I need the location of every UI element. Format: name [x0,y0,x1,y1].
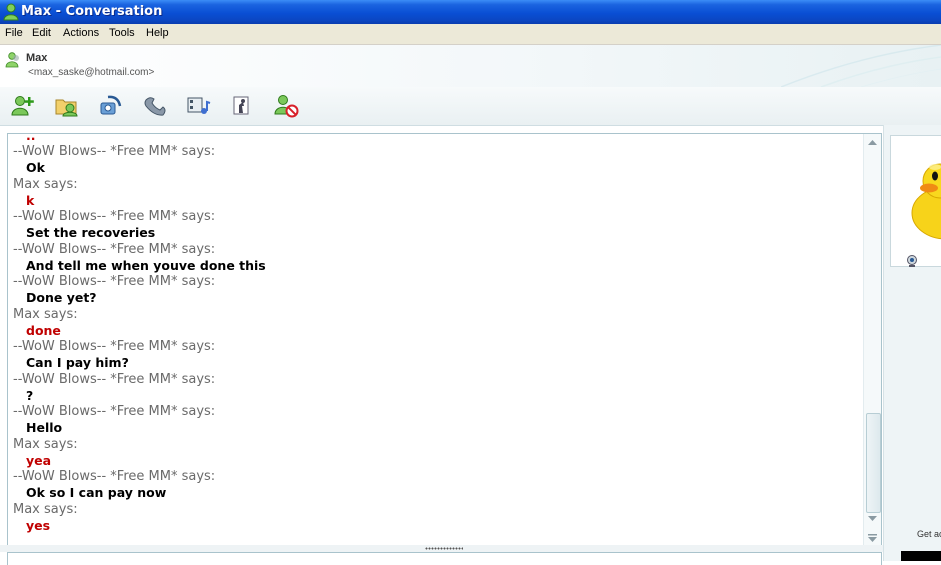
conversation-history[interactable]: .. --WoW Blows-- *Free MM* says: Ok Max sa… [7,133,882,546]
menu-bar: File Edit Actions Tools Help [0,24,941,45]
message-text: done [26,322,61,338]
invite-contact-icon[interactable] [10,94,36,118]
messenger-icon [3,3,19,21]
own-display-picture[interactable] [901,551,941,561]
message-text: yes [26,517,51,533]
scroll-up-icon[interactable] [864,136,881,150]
contact-email: <max_saske@hotmail.com> [28,67,155,78]
sender-line: Max says: [13,306,78,322]
games-icon[interactable] [230,94,256,118]
sender-line: Max says: [13,176,78,192]
send-files-icon[interactable] [54,94,80,118]
menu-tools[interactable]: Tools [109,27,135,39]
message-text: ? [26,387,34,403]
phone-call-icon[interactable] [142,94,168,118]
vertical-scrollbar[interactable] [863,134,881,545]
message-text: yea [26,452,52,468]
scroll-end-icon[interactable] [864,531,881,545]
contact-name: Max [26,52,48,64]
activities-icon[interactable] [186,94,212,118]
scrollbar-thumb[interactable] [866,413,881,513]
sender-line: --WoW Blows-- *Free MM* says: [13,404,216,419]
contact-header: Max <max_saske@hotmail.com> [0,45,941,88]
sender-line: --WoW Blows-- *Free MM* says: [13,209,216,224]
menu-edit[interactable]: Edit [32,27,51,39]
message-text: k [26,192,35,208]
video-call-icon[interactable] [98,94,124,118]
get-link-label[interactable]: Get ac [917,529,941,539]
splitter-grip-icon[interactable] [425,547,463,550]
sender-line: --WoW Blows-- *Free MM* says: [13,241,216,257]
block-contact-icon[interactable] [274,94,300,118]
pane-splitter[interactable] [0,545,890,552]
menu-actions[interactable]: Actions [63,27,99,39]
header-decoration [781,45,941,87]
sender-line: --WoW Blows-- *Free MM* says: [13,144,216,159]
message-text: Set the recoveries [26,225,156,240]
sender-line: --WoW Blows-- *Free MM* says: [13,274,216,289]
scroll-down-icon[interactable] [864,511,881,525]
menu-help[interactable]: Help [146,27,169,39]
sender-line: Max says: [13,501,78,517]
sender-line: --WoW Blows-- *Free MM* says: [13,469,216,484]
message-text: And tell me when youve done this [26,257,266,273]
rubber-duck-image [911,163,941,240]
message-text: Can I pay him? [26,355,129,370]
message-list: .. --WoW Blows-- *Free MM* says: Ok Max sa… [13,133,853,534]
window-title: Max - Conversation [21,4,163,19]
message-text: Hello [26,420,63,435]
title-bar[interactable]: Max - Conversation [0,0,941,24]
message-input-area[interactable] [7,552,882,565]
menu-file[interactable]: File [5,27,23,39]
toolbar [0,87,941,126]
message-text: Done yet? [26,290,97,305]
webcam-icon[interactable] [906,255,918,267]
message-text: Ok so I can pay now [26,485,167,500]
message-text: Ok [26,160,45,175]
sender-line: --WoW Blows-- *Free MM* says: [13,371,216,387]
sender-line: --WoW Blows-- *Free MM* says: [13,339,216,354]
partial-message: .. [26,133,36,143]
buddy-status-icon [5,52,19,68]
display-picture-panel: Get ac [883,125,941,561]
sender-line: Max says: [13,436,78,452]
contact-display-picture[interactable] [890,135,941,267]
